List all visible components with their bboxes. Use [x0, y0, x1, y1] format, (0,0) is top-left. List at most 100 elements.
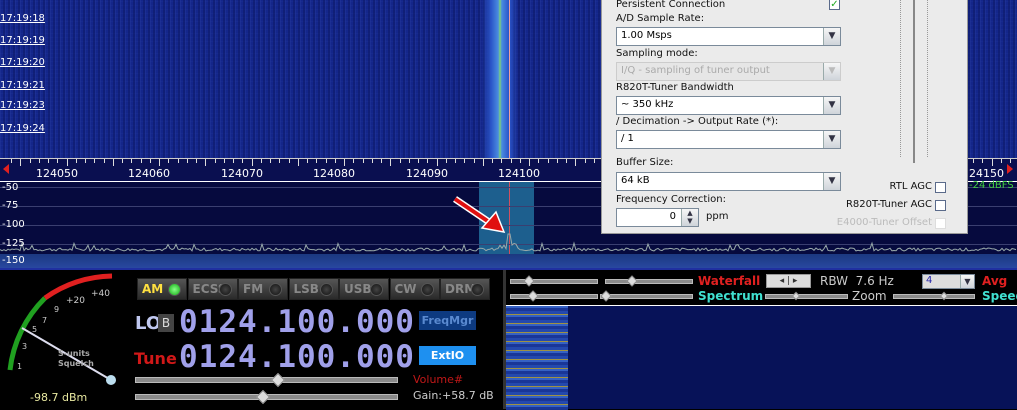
audio-waterfall[interactable] — [506, 305, 1017, 410]
vertical-slider-track[interactable] — [913, 0, 915, 163]
slider-handle[interactable] — [600, 290, 612, 302]
tick-mark — [131, 159, 133, 163]
s-scale-label: +20 — [66, 296, 85, 306]
freq-label: 124070 — [221, 167, 263, 180]
led-indicator-icon — [471, 283, 484, 296]
tick-mark — [982, 159, 984, 163]
tick-mark — [371, 159, 373, 163]
tick-mark — [344, 159, 345, 166]
lo-bank-button[interactable]: B — [158, 314, 174, 332]
tick-mark — [381, 159, 382, 163]
tick-mark — [251, 159, 253, 166]
freq-label: 124080 — [313, 167, 355, 180]
sample-rate-label: A/D Sample Rate: — [616, 13, 705, 24]
mode-label: CW — [394, 282, 417, 296]
tick-mark — [575, 159, 577, 166]
slider-handle[interactable] — [523, 275, 535, 287]
slider-handle[interactable] — [626, 275, 638, 287]
slider-handle[interactable] — [527, 290, 539, 302]
tick-mark — [547, 159, 549, 163]
tick-mark — [29, 159, 31, 163]
tick-mark — [103, 159, 105, 163]
extio-button[interactable]: ExtIO — [419, 346, 476, 365]
waterfall-slider-2[interactable] — [605, 279, 693, 284]
freq-label: 124060 — [128, 167, 170, 180]
red-arrow-annotation — [453, 196, 506, 233]
mode-label: AM — [142, 282, 164, 296]
arrow-right-icon[interactable]: ▸ — [793, 276, 798, 286]
persistent-connection-checkbox[interactable]: ✓ — [829, 0, 840, 10]
slider-handle[interactable] — [255, 389, 271, 405]
avg-select[interactable]: 4 ▼ — [922, 274, 975, 289]
zoom-label: Zoom — [852, 289, 887, 303]
tick-mark — [38, 159, 40, 163]
bandwidth-select[interactable]: ~ 350 kHz ▼ — [616, 96, 841, 115]
arrow-left-icon[interactable]: ◂ — [780, 276, 785, 286]
led-indicator-icon — [269, 283, 282, 296]
mode-button-cw[interactable]: CW — [389, 278, 440, 300]
rtl-agc-checkbox[interactable] — [935, 182, 946, 193]
decimation-select[interactable]: / 1 ▼ — [616, 130, 841, 149]
tick-mark — [455, 159, 456, 163]
avg-label: Avg — [982, 274, 1008, 288]
tick-mark — [223, 159, 225, 163]
tick-mark — [973, 159, 974, 163]
mode-button-usb[interactable]: USB — [339, 278, 389, 300]
mode-button-drm[interactable]: DRM — [440, 278, 490, 300]
s-scale-label: 5 — [32, 325, 37, 334]
spectrum-label: Spectrum — [698, 289, 764, 303]
freq-label: 124090 — [406, 167, 448, 180]
s-units-label: S-units — [58, 349, 90, 358]
mode-button-lsb[interactable]: LSB — [288, 278, 339, 300]
tick-mark — [353, 159, 355, 163]
db-label: -100 — [2, 219, 25, 230]
timestamp: 17:19:19 — [0, 35, 45, 46]
freqmgr-button[interactable]: FreqMgr — [419, 311, 476, 330]
signal-trace — [482, 0, 518, 158]
tick-mark — [168, 159, 170, 163]
level-readout: -24 dBFS — [969, 180, 1014, 191]
tick-mark — [57, 159, 59, 163]
sampling-mode-select: I/Q - sampling of tuner output ▼ — [616, 62, 841, 81]
freq-label: 124100 — [498, 167, 540, 180]
timestamp: 17:19:18 — [0, 13, 45, 24]
scroll-right-icon[interactable] — [1007, 164, 1013, 174]
r820t-agc-label: R820T-Tuner AGC — [845, 199, 932, 210]
volume-slider[interactable] — [135, 377, 398, 383]
buffer-size-select[interactable]: 64 kB ▼ — [616, 172, 841, 191]
scroll-left-icon[interactable] — [3, 164, 9, 174]
r820t-agc-checkbox[interactable] — [935, 200, 946, 211]
tick-mark — [66, 159, 68, 166]
tick-mark — [279, 159, 281, 163]
zoom-slider[interactable] — [765, 294, 848, 299]
rbw-readout: RBW 7.6 Hz — [820, 274, 894, 288]
tick-mark — [297, 159, 299, 166]
control-panel: 1 3 5 7 9 +20 +40 S-units Squelch -98.7 … — [0, 268, 1017, 410]
spinner-icon[interactable]: ▲ ▼ — [681, 209, 698, 226]
spectrum-slider-1[interactable] — [510, 294, 598, 299]
speed-slider[interactable] — [893, 294, 975, 299]
mode-button-fm[interactable]: FM — [238, 278, 288, 300]
tick-mark — [482, 159, 484, 166]
buffer-size-value: 64 kB — [621, 175, 650, 186]
slider-ticks — [927, 0, 930, 157]
avg-value: 4 — [926, 275, 933, 286]
slider-handle[interactable] — [270, 372, 286, 388]
decimation-label: / Decimation -> Output Rate (*): — [616, 116, 779, 127]
mode-button-am[interactable]: AM — [137, 278, 187, 300]
sample-rate-value: 1.00 Msps — [621, 30, 672, 41]
tick-mark — [270, 159, 271, 163]
tick-mark — [177, 159, 179, 163]
freq-correction-input[interactable]: 0 ▲ ▼ — [616, 208, 699, 227]
tick-mark — [325, 159, 327, 163]
spectrum-slider-2[interactable] — [600, 294, 693, 299]
mode-label: FM — [243, 282, 264, 296]
tune-frequency-display[interactable]: 0124.100.000 — [179, 339, 415, 375]
sample-rate-select[interactable]: 1.00 Msps ▼ — [616, 27, 841, 46]
freq-label: 124050 — [36, 167, 78, 180]
tick-mark — [205, 159, 207, 166]
lo-frequency-display[interactable]: 0124.100.000 — [179, 304, 415, 340]
s-scale-label: 1 — [17, 362, 22, 371]
mode-button-ecss[interactable]: ECSS — [187, 278, 238, 300]
rbw-stepper[interactable]: ◂ | ▸ — [766, 274, 811, 288]
